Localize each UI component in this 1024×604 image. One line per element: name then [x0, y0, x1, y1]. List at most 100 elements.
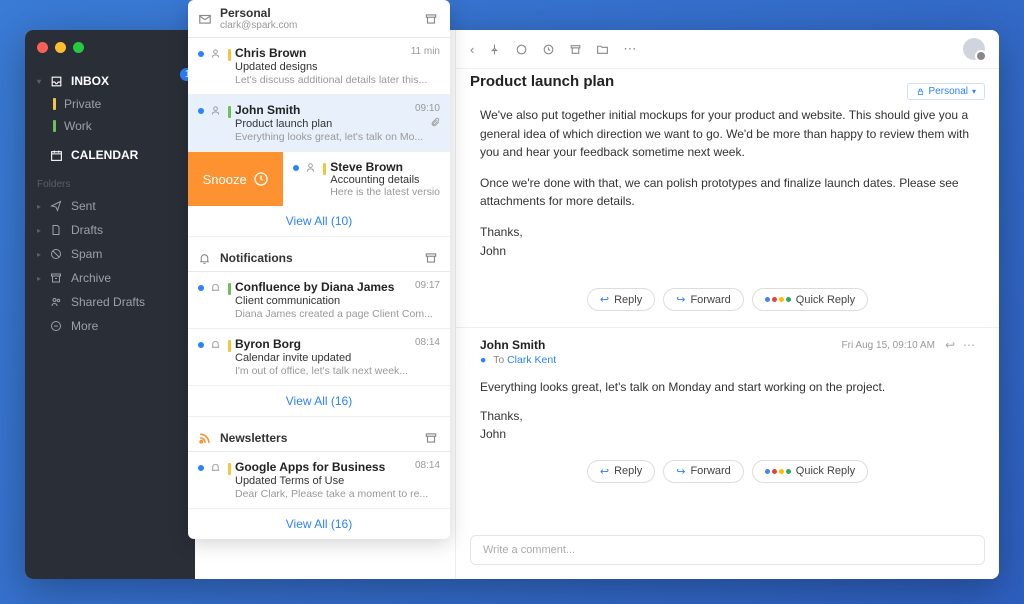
sidebar-drafts-label: Drafts	[71, 223, 103, 237]
sidebar-private[interactable]: Private	[25, 93, 195, 115]
quick-reply-button-2[interactable]: Quick Reply	[752, 460, 868, 483]
account-avatar[interactable]	[963, 38, 985, 60]
rss-icon	[198, 432, 214, 445]
email-signoff: Thanks,	[480, 225, 523, 239]
back-icon[interactable]: ‹	[470, 42, 474, 57]
reader-pane: ‹ ⋯ Product launch plan Personal ▾ We've…	[455, 30, 999, 579]
chevron-down-icon: ▾	[37, 77, 47, 86]
email-item[interactable]: Byron Borg Calendar invite updated I'm o…	[188, 329, 450, 386]
account-pill-label: Personal	[929, 86, 968, 97]
email-item-swiped[interactable]: Snooze Steve Brown Accounting details He…	[188, 152, 450, 206]
personal-email: clark@spark.com	[220, 20, 424, 31]
email-time: 09:17	[415, 280, 440, 291]
reply-button-2[interactable]: ↩Reply	[587, 460, 655, 483]
sidebar-archive[interactable]: ▸ Archive	[25, 266, 195, 290]
pin-icon[interactable]	[488, 43, 501, 56]
sidebar-shared-drafts[interactable]: Shared Drafts	[25, 290, 195, 314]
notifications-section-header[interactable]: Notifications	[188, 245, 450, 272]
archive-all-icon[interactable]	[424, 431, 440, 445]
unread-dot-icon	[293, 165, 299, 171]
email-preview: Dear Clark, Please take a moment to re..…	[235, 488, 440, 500]
more-inline-icon[interactable]: ⋯	[963, 338, 975, 352]
reply-label: Reply	[614, 294, 642, 306]
email-sender: Steve Brown	[330, 160, 440, 174]
email-item[interactable]: John Smith Product launch plan Everythin…	[188, 95, 450, 152]
attachment-icon	[430, 117, 440, 127]
newsletters-title: Newsletters	[220, 431, 424, 445]
account-pill[interactable]: Personal ▾	[907, 83, 985, 100]
snooze-action[interactable]: Snooze	[188, 152, 283, 206]
email-preview: Let's discuss additional details later t…	[235, 74, 440, 86]
minimize-window-button[interactable]	[55, 42, 66, 53]
reply-icon: ↩	[600, 293, 609, 306]
email-body: We've also put together initial mockups …	[456, 100, 999, 278]
reply-date: Fri Aug 15, 09:10 AM	[842, 340, 935, 351]
snooze-label-text: Snooze	[203, 172, 247, 187]
view-all-personal[interactable]: View All (10)	[188, 206, 450, 237]
newsletters-section-header[interactable]: Newsletters	[188, 425, 450, 452]
unread-dot-icon	[198, 342, 204, 348]
more-toolbar-icon[interactable]: ⋯	[623, 41, 636, 57]
sidebar-spam[interactable]: ▸ Spam	[25, 242, 195, 266]
sent-icon	[47, 200, 65, 212]
forward-icon: ↪	[676, 293, 685, 306]
sidebar-inbox[interactable]: ▾ INBOX	[25, 69, 195, 93]
reply-to-name[interactable]: Clark Kent	[507, 354, 556, 366]
forward-button[interactable]: ↪ Forward	[663, 288, 744, 311]
reply-inline-icon[interactable]: ↩	[945, 338, 955, 352]
comment-input[interactable]: Write a comment...	[470, 535, 985, 565]
quick-reply-button[interactable]: Quick Reply	[752, 288, 868, 311]
reply-button[interactable]: ↩ Reply	[587, 288, 655, 311]
sidebar-sent-label: Sent	[71, 199, 96, 213]
close-window-button[interactable]	[37, 42, 48, 53]
sidebar-calendar[interactable]: CALENDAR	[25, 143, 195, 167]
sidebar-drafts[interactable]: ▸ Drafts	[25, 218, 195, 242]
reader-toolbar: ‹ ⋯	[456, 30, 999, 69]
email-item[interactable]: Confluence by Diana James Client communi…	[188, 272, 450, 329]
sidebar-sent[interactable]: ▸ Sent	[25, 194, 195, 218]
reply-content: Everything looks great, let's talk on Mo…	[480, 366, 975, 456]
email-sender: John Smith	[235, 103, 440, 117]
unread-dot-icon	[198, 285, 204, 291]
email-sender: Chris Brown	[235, 46, 440, 60]
spam-icon	[47, 248, 65, 260]
chevron-down-icon: ▾	[972, 87, 976, 96]
email-time: 08:14	[415, 337, 440, 348]
unread-dot-icon	[198, 108, 204, 114]
email-item[interactable]: Chris Brown Updated designs Let's discus…	[188, 38, 450, 95]
sidebar-more[interactable]: More	[25, 314, 195, 338]
circle-icon[interactable]	[515, 43, 528, 56]
forward-button-2[interactable]: ↪Forward	[663, 460, 744, 483]
drafts-icon	[47, 224, 65, 236]
archive-toolbar-icon[interactable]	[569, 43, 582, 56]
notifications-title: Notifications	[220, 251, 424, 265]
forward-label: Forward	[690, 294, 730, 306]
sidebar-more-label: More	[71, 319, 98, 333]
clock-icon	[253, 171, 269, 187]
email-subject: Accounting details	[330, 174, 440, 186]
email-sender: Byron Borg	[235, 337, 440, 351]
email-title: Product launch plan	[456, 69, 628, 100]
personal-section-header[interactable]: Personal clark@spark.com	[188, 0, 450, 38]
maximize-window-button[interactable]	[73, 42, 84, 53]
action-row: ↩ Reply ↪ Forward Quick Reply	[456, 278, 999, 327]
sidebar-private-label: Private	[64, 97, 101, 111]
inbox-popover: Personal clark@spark.com Chris Brown Upd…	[188, 0, 450, 539]
email-item[interactable]: Google Apps for Business Updated Terms o…	[188, 452, 450, 509]
reply-signoff: Thanks,	[480, 409, 523, 423]
folder-icon[interactable]	[596, 43, 609, 56]
email-preview: Everything looks great, let's talk on Mo…	[235, 131, 440, 143]
email-sender: Confluence by Diana James	[235, 280, 440, 294]
bell-icon	[210, 339, 224, 377]
sidebar-work[interactable]: Work	[25, 115, 195, 137]
unread-dot-icon	[198, 465, 204, 471]
view-all-newsletters[interactable]: View All (16)	[188, 509, 450, 539]
archive-all-icon[interactable]	[424, 12, 440, 26]
reply-block: John Smith Fri Aug 15, 09:10 AM ↩ ⋯ ● To…	[456, 327, 999, 509]
archive-all-icon[interactable]	[424, 251, 440, 265]
personal-title: Personal	[220, 6, 424, 20]
email-subject: Updated designs	[235, 61, 440, 73]
view-all-notifications[interactable]: View All (16)	[188, 386, 450, 417]
snooze-icon[interactable]	[542, 43, 555, 56]
work-color-bar	[53, 120, 56, 132]
